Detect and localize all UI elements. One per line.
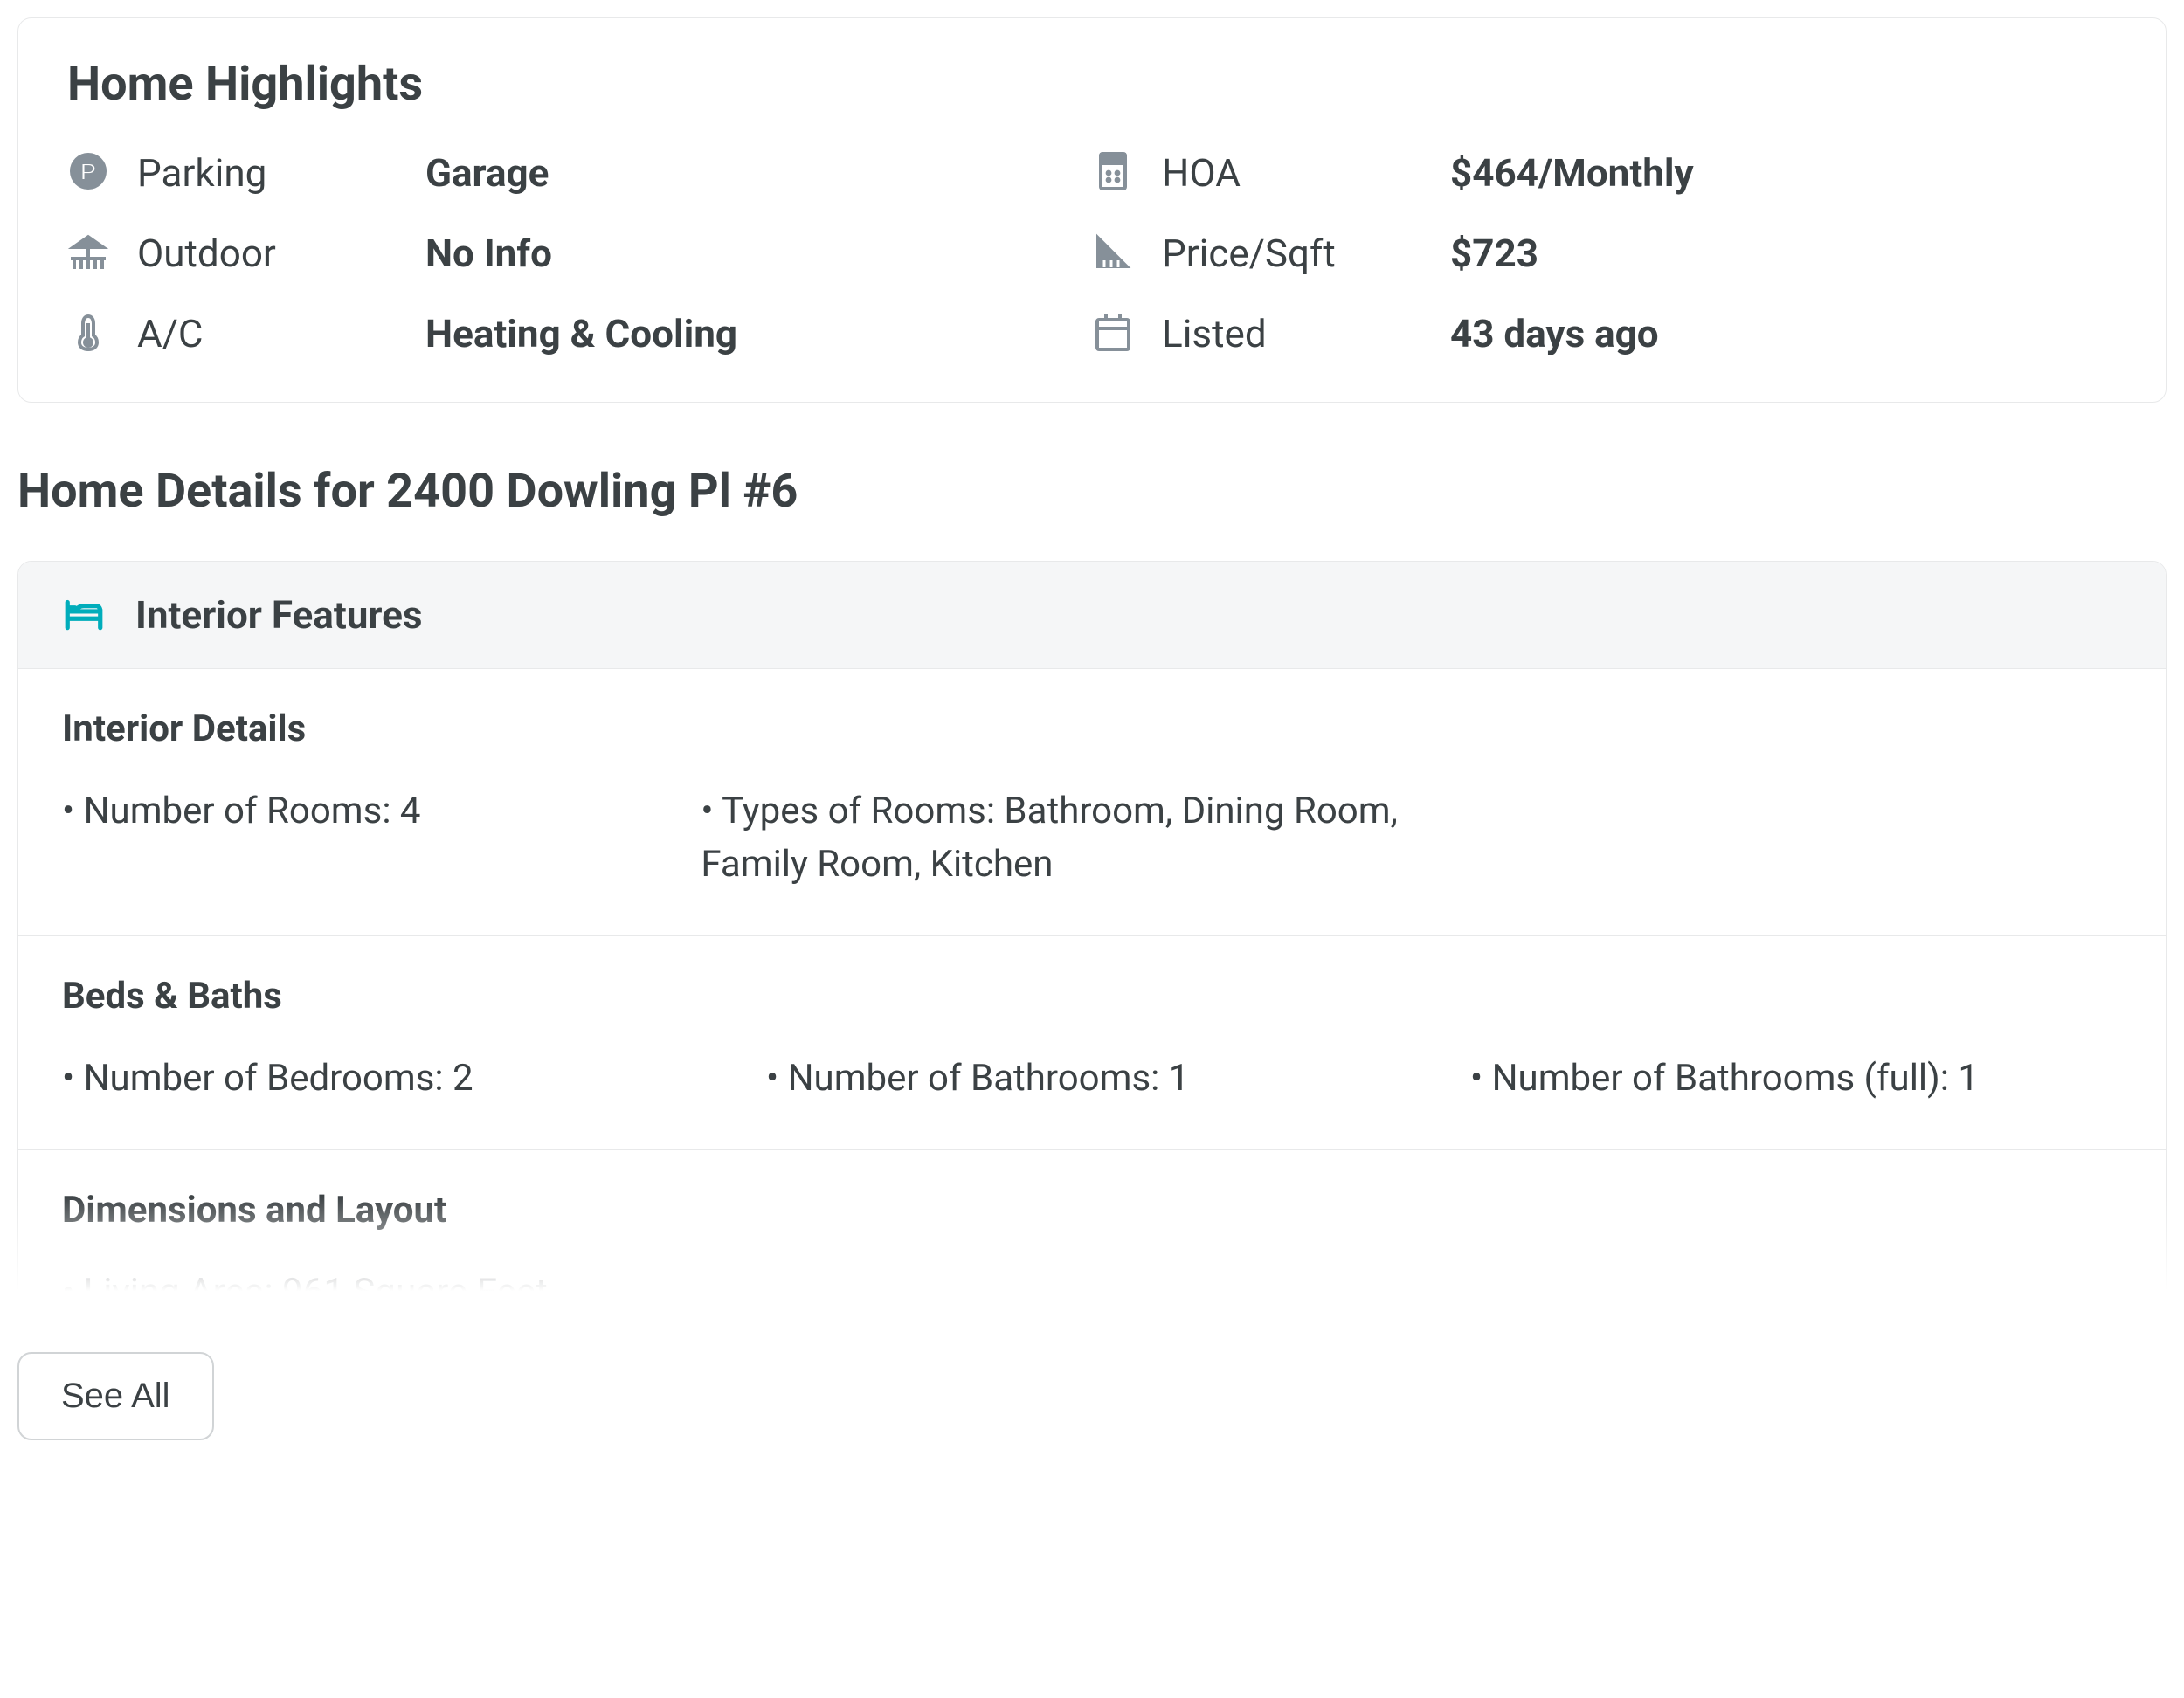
home-details-title: Home Details for 2400 Dowling Pl #6: [17, 464, 2167, 519]
bullet-row: Number of Bedrooms: 2 Number of Bathroom…: [62, 1053, 2122, 1106]
highlight-value: 43 days ago: [1450, 311, 2117, 356]
bullet-row: Living Area: 961 Square Feet: [62, 1267, 2122, 1308]
list-item: Number of Rooms: 4: [62, 785, 648, 892]
list-item: Types of Rooms: Bathroom, Dining Room, F…: [701, 785, 1482, 892]
interior-features-card: Interior Features Interior Details Numbe…: [17, 561, 2167, 1308]
svg-text:P: P: [80, 158, 97, 185]
highlight-label: Outdoor: [137, 231, 425, 276]
list-item: Number of Bathrooms: 1: [766, 1053, 1418, 1106]
hoa-icon: [1092, 150, 1162, 196]
highlight-label: Listed: [1162, 311, 1450, 356]
ac-icon: [67, 311, 137, 356]
highlight-label: Parking: [137, 150, 425, 196]
highlight-value: Garage: [425, 150, 1092, 196]
outdoor-icon: [67, 231, 137, 276]
highlight-value: No Info: [425, 231, 1092, 276]
home-highlights-title: Home Highlights: [67, 57, 2117, 112]
list-item: Number of Bedrooms: 2: [62, 1053, 714, 1106]
parking-icon: P: [67, 150, 137, 196]
subsection-title: Beds & Baths: [62, 975, 2122, 1018]
subsection-title: Interior Details: [62, 708, 2122, 750]
home-highlights-card: Home Highlights P Parking Garage HOA $46…: [17, 17, 2167, 403]
bullet-row: Number of Rooms: 4 Types of Rooms: Bathr…: [62, 785, 2122, 892]
see-all-button[interactable]: See All: [17, 1352, 214, 1440]
subsection-beds-baths: Beds & Baths Number of Bedrooms: 2 Numbe…: [18, 936, 2166, 1150]
interior-features-heading: Interior Features: [135, 592, 422, 638]
highlight-label: HOA: [1162, 150, 1450, 196]
highlight-value: $723: [1450, 231, 2117, 276]
pricesqft-icon: [1092, 231, 1162, 276]
highlight-label: A/C: [137, 311, 425, 356]
subsection-interior-details: Interior Details Number of Rooms: 4 Type…: [18, 669, 2166, 936]
list-item: Living Area: 961 Square Feet: [62, 1267, 714, 1308]
list-item: Number of Bathrooms (full): 1: [1470, 1053, 2122, 1106]
highlights-grid: P Parking Garage HOA $464/Monthly Outdoo…: [67, 150, 2117, 356]
highlight-value: $464/Monthly: [1450, 150, 2117, 196]
bed-icon: [62, 591, 106, 638]
listed-icon: [1092, 311, 1162, 356]
highlight-value: Heating & Cooling: [425, 311, 1092, 356]
highlight-label: Price/Sqft: [1162, 231, 1450, 276]
interior-features-wrap: Interior Features Interior Details Numbe…: [17, 561, 2167, 1308]
interior-features-header: Interior Features: [18, 562, 2166, 669]
subsection-title: Dimensions and Layout: [62, 1189, 2122, 1232]
subsection-dimensions: Dimensions and Layout Living Area: 961 S…: [18, 1150, 2166, 1308]
